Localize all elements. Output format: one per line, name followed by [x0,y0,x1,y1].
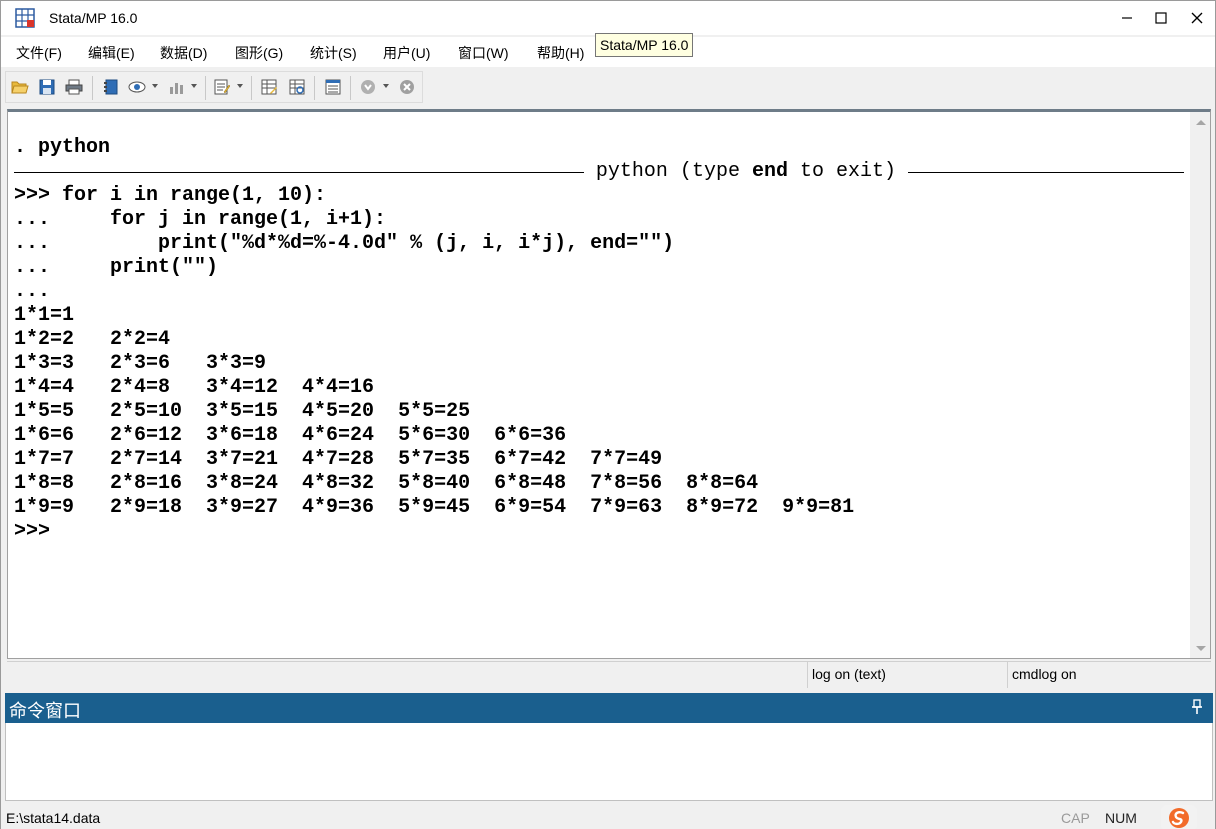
stata-app-icon [15,8,35,28]
graph-button[interactable] [165,76,187,98]
results-line: 1*1=1 [14,304,75,327]
working-directory: E:\stata14.data [6,810,101,826]
results-line: . python [14,136,111,159]
break-button[interactable] [396,76,418,98]
results-scrollbar[interactable] [1190,112,1210,658]
results-line: >>> [14,520,51,543]
results-line: 1*3=3 2*3=6 3*3=9 [14,352,267,375]
results-line: ... for j in range(1, i+1): [14,208,387,231]
log-button[interactable] [100,76,122,98]
stata-window: Stata/MP 16.0 文件(F) 编辑(E) 数据(D) 图形(G) 统计… [0,0,1216,829]
results-line: ... [14,280,51,303]
results-line: ... print("") [14,256,219,279]
toolbar [5,71,423,103]
menu-help[interactable]: 帮助(H) [537,43,584,63]
caps-lock-indicator: CAP [1061,810,1090,826]
variables-manager-icon [325,79,341,95]
results-line: >>> for i in range(1, 10): [14,184,327,207]
data-editor-button[interactable] [258,76,280,98]
separator-rule [14,171,584,173]
menu-statistics[interactable]: 统计(S) [310,43,357,63]
status-bar: E:\stata14.data CAP NUM [1,805,1215,829]
command-window-titlebar: 命令窗口 [5,693,1213,723]
do-file-editor-icon [214,79,230,95]
banner-text-end: end [751,160,788,183]
break-icon [400,80,414,94]
toolbar-separator [314,76,315,100]
menu-file[interactable]: 文件(F) [16,43,62,63]
menu-data[interactable]: 数据(D) [160,43,207,63]
results-output: . python python (type end to exit) >>> f… [14,136,1184,544]
close-icon [1191,12,1203,24]
viewer-button[interactable] [126,76,148,98]
graph-icon [170,83,183,94]
command-window-title: 命令窗口 [9,701,81,721]
results-line: 1*5=5 2*5=10 3*5=15 4*5=20 5*5=25 [14,400,471,423]
title-bar: Stata/MP 16.0 [1,1,1215,35]
print-icon [65,79,83,95]
results-status-bar: log on (text) cmdlog on [7,661,1211,688]
results-line: 1*9=9 2*9=18 3*9=27 4*9=36 5*9=45 6*9=54… [14,496,855,519]
results-line: 1*4=4 2*4=8 3*4=12 4*4=16 [14,376,375,399]
minimize-icon [1122,17,1132,19]
data-editor-icon [261,79,277,95]
do-file-editor-button[interactable] [211,76,233,98]
maximize-icon [1155,12,1167,24]
viewer-dropdown-arrow[interactable] [152,84,158,88]
minimize-button[interactable] [1109,5,1145,31]
print-button[interactable] [63,76,85,98]
toolbar-separator [251,76,252,100]
num-lock-indicator: NUM [1105,810,1137,826]
scroll-up-arrow-icon[interactable] [1196,120,1206,125]
tooltip: Stata/MP 16.0 [595,33,694,57]
pin-icon[interactable] [1191,699,1203,715]
more-button[interactable] [357,76,379,98]
log-status: log on (text) [807,662,1007,688]
save-button[interactable] [36,76,58,98]
results-window: . python python (type end to exit) >>> f… [7,109,1211,659]
maximize-button[interactable] [1143,5,1179,31]
results-line: 1*2=2 2*2=4 [14,328,171,351]
cmdlog-status: cmdlog on [1007,662,1211,688]
open-icon [11,81,29,94]
viewer-icon [128,81,146,93]
more-icon [361,80,375,94]
toolbar-separator [350,76,351,100]
input-method-icon[interactable] [1159,805,1199,829]
menu-window[interactable]: 窗口(W) [458,43,509,63]
data-browser-icon [289,79,305,95]
window-title: Stata/MP 16.0 [49,10,138,26]
close-button[interactable] [1179,5,1215,31]
python-banner-text: python (type end to exit) [584,160,908,184]
banner-text-pre: python (type [595,160,752,183]
separator-rule [908,171,1184,173]
toolbar-separator [92,76,93,100]
open-button[interactable] [9,76,31,98]
results-line: ... print("%d*%d=%-4.0d" % (j, i, i*j), … [14,232,675,255]
scroll-down-arrow-icon[interactable] [1196,646,1206,651]
results-line: 1*7=7 2*7=14 3*7=21 4*7=28 5*7=35 6*7=42… [14,448,663,471]
menu-graphics[interactable]: 图形(G) [235,43,283,63]
save-icon [39,79,55,95]
data-browser-button[interactable] [286,76,308,98]
menu-edit[interactable]: 编辑(E) [88,43,135,63]
banner-text-post: to exit) [787,160,896,183]
log-icon [104,79,118,95]
toolbar-separator [205,76,206,100]
do-file-dropdown-arrow[interactable] [237,84,243,88]
python-banner: python (type end to exit) [14,160,1184,184]
menu-user[interactable]: 用户(U) [383,43,430,63]
variables-manager-button[interactable] [322,76,344,98]
graph-dropdown-arrow[interactable] [191,84,197,88]
results-line: 1*8=8 2*8=16 3*8=24 4*8=32 5*8=40 6*8=48… [14,472,759,495]
more-dropdown-arrow[interactable] [383,84,389,88]
command-input[interactable] [5,723,1213,801]
results-line: 1*6=6 2*6=12 3*6=18 4*6=24 5*6=30 6*6=36 [14,424,567,447]
